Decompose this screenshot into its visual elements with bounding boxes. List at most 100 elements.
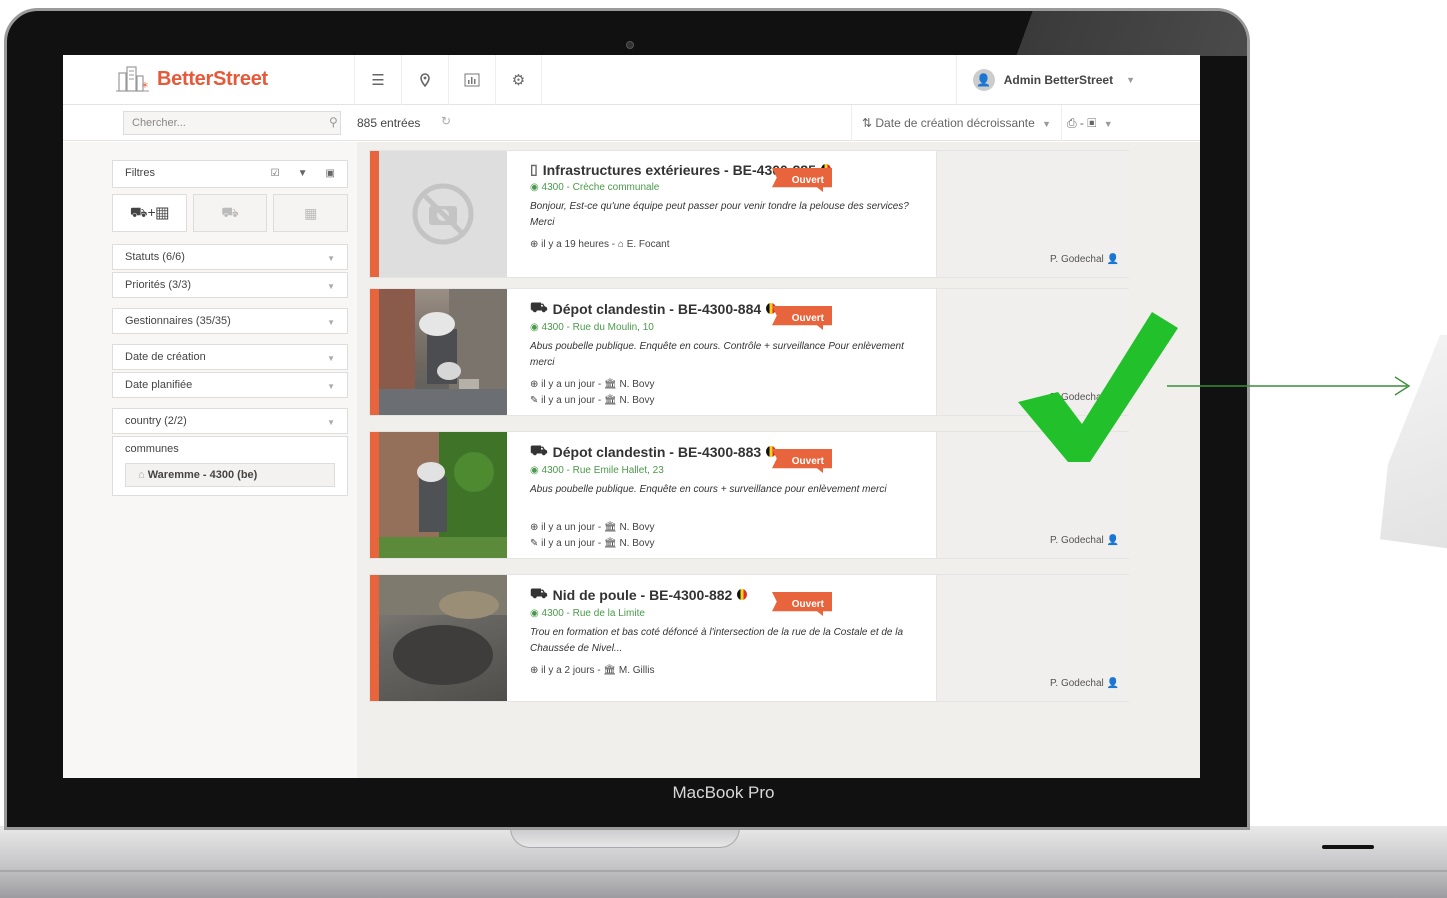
chevron-down-icon: ▼ xyxy=(1103,119,1113,129)
issue-info: ▯ Infrastructures extérieures - BE-4300-8… xyxy=(530,161,930,253)
search-input[interactable]: Chercher... xyxy=(123,111,341,135)
issue-meta: ⊕ il y a un jour - 🏛 N. Bovy ✎ il y a un … xyxy=(530,377,930,409)
filters-actions: ☑ ▼ ▣ xyxy=(271,168,335,179)
app-logo[interactable]: * BetterStreet xyxy=(115,65,268,94)
commune-label: Waremme - 4300 (be) xyxy=(147,469,258,481)
building-icon: ▯ xyxy=(530,161,538,177)
refresh-icon[interactable]: ↻ xyxy=(441,114,451,128)
list-view-icon[interactable]: ☰ xyxy=(354,55,401,105)
issue-address: ◉ 4300 - Rue du Moulin, 10 xyxy=(530,322,930,333)
road-icon: ⛟ xyxy=(530,299,548,315)
type-all-button[interactable]: ⛟+▦ xyxy=(112,194,187,232)
filter-panel: Filtres ☑ ▼ ▣ ⛟+▦ ⛟ ▦ Statuts (6/6) ▼ Pri… xyxy=(112,160,349,496)
issue-title[interactable]: ⛟ Dépot clandestin - BE-4300-883 xyxy=(530,442,930,461)
filters-title: Filtres xyxy=(125,167,155,179)
filter-planned-date[interactable]: Date planifiée ▼ xyxy=(112,372,348,398)
issue-owner: P. Godechal 👤 xyxy=(1050,678,1119,689)
plus-icon: ⊕ xyxy=(530,522,542,533)
issue-card[interactable]: ⛟ Nid de poule - BE-4300-882 ◉ 4300 - Rue… xyxy=(369,574,1129,702)
arrow-right-icon xyxy=(1167,376,1411,396)
issue-info: ⛟ Dépot clandestin - BE-4300-883 ◉ 4300 -… xyxy=(530,442,930,552)
chevron-down-icon: ▼ xyxy=(1042,119,1052,129)
issue-meta-text: il y a 2 jours - 🏛 M. Gillis xyxy=(541,665,655,676)
check-all-icon[interactable]: ☑ xyxy=(271,168,280,179)
green-checkmark-icon xyxy=(1018,312,1178,462)
road-icon: ⛟ xyxy=(530,442,548,458)
chevron-down-icon: ▼ xyxy=(327,318,335,327)
eye-icon: ◉ xyxy=(530,182,542,193)
issue-address: ◉ 4300 - Rue de la Limite xyxy=(530,608,930,619)
road-icon: ⛟ xyxy=(530,585,548,601)
svg-text:*: * xyxy=(142,80,148,93)
issue-side: P. Godechal 👤 xyxy=(936,151,1129,277)
city-logo-icon: * xyxy=(115,65,151,94)
print-dropdown[interactable]: ⎙ - ▣ ▼ xyxy=(1061,105,1119,141)
issue-photo xyxy=(379,289,507,415)
issue-address: ◉ 4300 - Rue Emile Hallet, 23 xyxy=(530,465,930,476)
issue-address: ◉ 4300 - Crèche communale xyxy=(530,182,930,193)
issue-meta-text: il y a un jour - 🏛 N. Bovy xyxy=(541,538,655,549)
type-building-button[interactable]: ▦ xyxy=(273,194,349,232)
issue-meta-text: il y a un jour - 🏛 N. Bovy xyxy=(541,395,655,406)
issue-title-text: Nid de poule - BE-4300-882 xyxy=(552,586,733,603)
camera-icon xyxy=(626,41,634,49)
filter-created-date[interactable]: Date de création ▼ xyxy=(112,344,348,370)
issue-card[interactable]: ▯ Infrastructures extérieures - BE-4300-8… xyxy=(369,150,1129,278)
logo-text: BetterStreet xyxy=(157,67,268,90)
commune-chip[interactable]: ⌂ Waremme - 4300 (be) xyxy=(125,463,335,487)
user-icon: 👤 xyxy=(1106,535,1119,546)
chevron-down-icon: ▼ xyxy=(327,282,335,291)
search-icon[interactable]: ⚲ xyxy=(329,115,338,129)
filter-status[interactable]: Statuts (6/6) ▼ xyxy=(112,244,348,270)
laptop-side-mark xyxy=(1322,845,1374,849)
device-label: MacBook Pro xyxy=(672,783,775,802)
issue-photo xyxy=(379,432,507,558)
filter-managers[interactable]: Gestionnaires (35/35) ▼ xyxy=(112,308,348,334)
issue-address-text: 4300 - Rue Emile Hallet, 23 xyxy=(541,465,664,476)
filter-icon[interactable]: ▼ xyxy=(298,168,308,179)
issue-meta-text: il y a 19 heures - ⌂ E. Focant xyxy=(541,239,670,250)
no-camera-icon xyxy=(412,183,474,245)
plus-icon: ⊕ xyxy=(530,239,542,250)
issue-address-text: 4300 - Rue du Moulin, 10 xyxy=(541,322,654,333)
issue-title-text: Dépot clandestin - BE-4300-884 xyxy=(552,300,762,317)
issue-info: ⛟ Dépot clandestin - BE-4300-884 ◉ 4300 -… xyxy=(530,299,930,409)
pencil-icon: ✎ xyxy=(530,538,542,549)
gear-icon[interactable]: ⚙ xyxy=(495,55,542,105)
user-name: Admin BetterStreet xyxy=(1003,73,1114,87)
print-icon: ⎙ - ▣ xyxy=(1067,116,1097,130)
map-pin-icon[interactable] xyxy=(401,55,448,105)
issue-title-text: Dépot clandestin - BE-4300-883 xyxy=(552,443,762,460)
chevron-down-icon: ▼ xyxy=(327,254,335,263)
plus-icon: ⊕ xyxy=(530,665,542,676)
issue-title[interactable]: ⛟ Nid de poule - BE-4300-882 xyxy=(530,585,930,604)
filter-label: Priorités (3/3) xyxy=(125,279,192,291)
list-toolbar: Chercher... ⚲ 885 entrées ↻ ⇅ Date de cr… xyxy=(63,105,1200,141)
issue-owner-text: P. Godechal xyxy=(1050,254,1104,265)
filter-priority[interactable]: Priorités (3/3) ▼ xyxy=(112,272,348,298)
issue-owner: P. Godechal 👤 xyxy=(1050,535,1119,546)
issue-meta: ⊕ il y a 2 jours - 🏛 M. Gillis xyxy=(530,663,930,679)
filter-country[interactable]: country (2/2) ▼ xyxy=(112,408,348,434)
chevron-down-icon: ▼ xyxy=(327,418,335,427)
filter-label: country (2/2) xyxy=(125,415,187,427)
issue-photo xyxy=(379,575,507,701)
home-icon: ⌂ xyxy=(138,469,148,481)
filter-label: Date planifiée xyxy=(125,379,193,391)
issue-title[interactable]: ⛟ Dépot clandestin - BE-4300-884 xyxy=(530,299,930,318)
save-icon[interactable]: ▣ xyxy=(326,168,335,179)
issue-info: ⛟ Nid de poule - BE-4300-882 ◉ 4300 - Rue… xyxy=(530,585,930,679)
sort-label: Date de création décroissante xyxy=(875,116,1035,130)
issue-description: Trou en formation et bas coté défoncé à … xyxy=(530,627,904,654)
user-icon: 👤 xyxy=(1106,254,1119,265)
plus-icon: ⊕ xyxy=(530,379,542,390)
filter-label: Gestionnaires (35/35) xyxy=(125,315,231,327)
user-menu[interactable]: 👤 Admin BetterStreet ▼ xyxy=(955,55,1135,105)
eye-icon: ◉ xyxy=(530,322,542,333)
sort-dropdown[interactable]: ⇅ Date de création décroissante ▼ xyxy=(851,105,1063,141)
issue-title[interactable]: ▯ Infrastructures extérieures - BE-4300-8… xyxy=(530,161,930,178)
type-road-button[interactable]: ⛟ xyxy=(192,194,268,232)
no-photo-placeholder xyxy=(379,151,507,277)
chart-icon[interactable] xyxy=(448,55,495,105)
issue-owner-text: P. Godechal xyxy=(1050,535,1104,546)
